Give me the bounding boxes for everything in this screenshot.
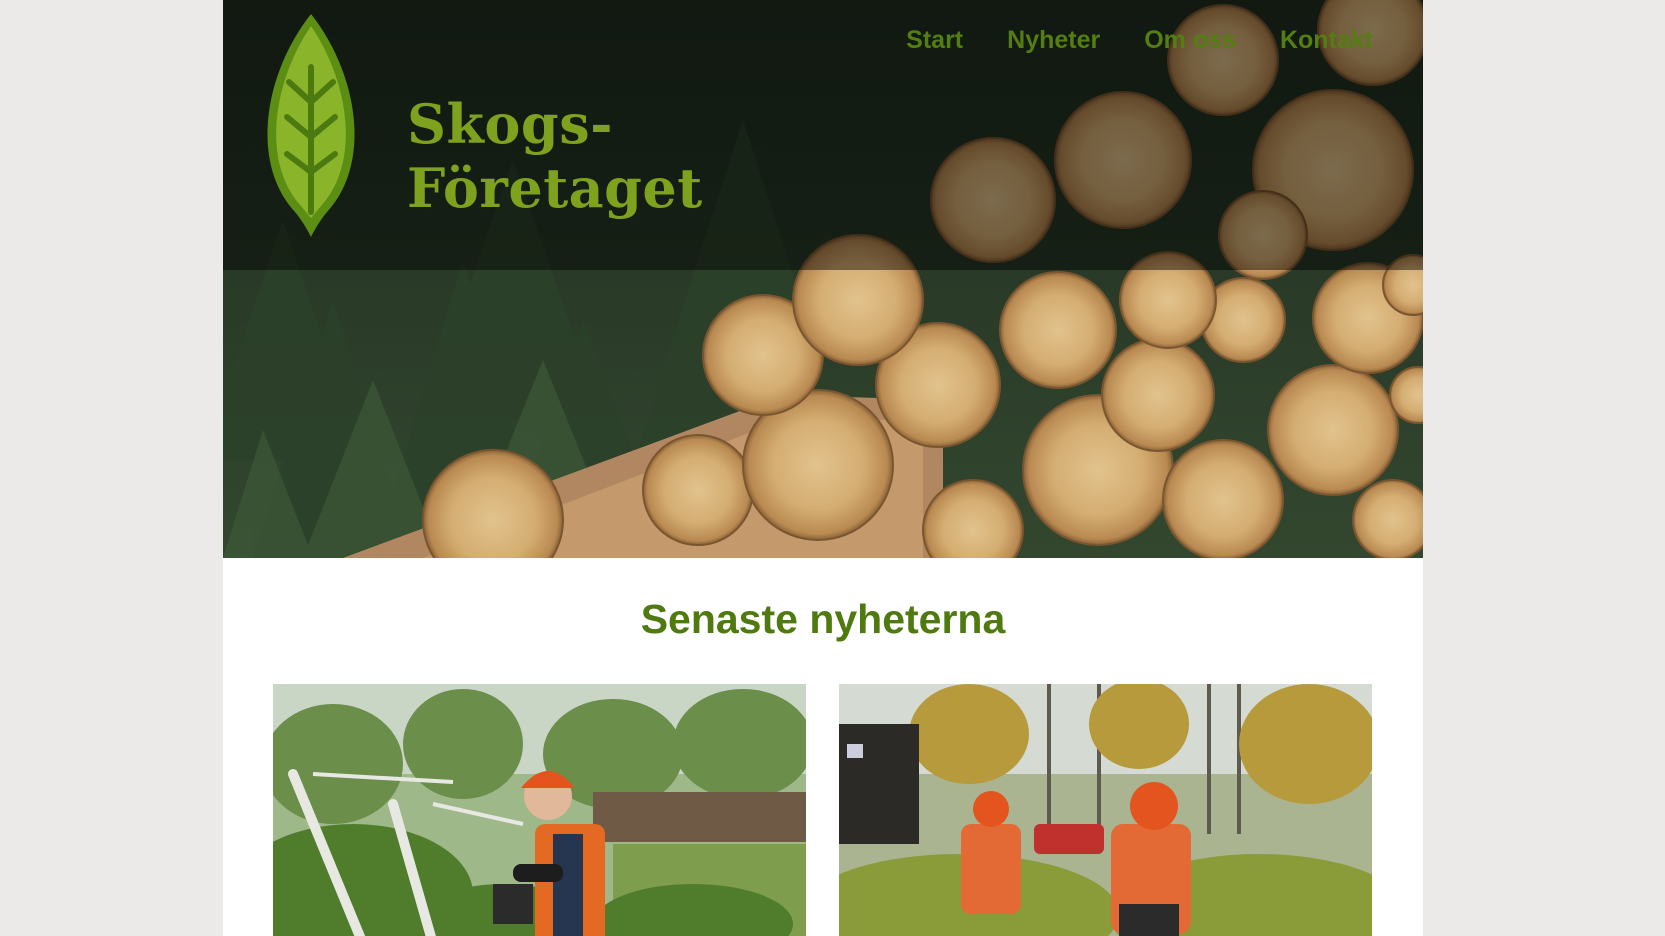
nav-nyheter[interactable]: Nyheter — [1007, 26, 1100, 55]
nav-start[interactable]: Start — [906, 26, 963, 55]
site-logo[interactable]: Skogs- Företaget — [255, 12, 702, 242]
page: Skogs- Företaget Start Nyheter Om oss Ko… — [223, 0, 1423, 936]
nav-kontakt[interactable]: Kontakt — [1280, 26, 1373, 55]
logo-line-2: Företaget — [407, 156, 703, 220]
forestry-worker-photo — [273, 684, 806, 936]
logo-text: Skogs- Företaget — [407, 92, 703, 220]
news-card-image-2[interactable] — [839, 684, 1372, 936]
news-heading: Senaste nyheterna — [640, 596, 1006, 642]
leaf-icon — [267, 14, 355, 237]
hero-banner: Skogs- Företaget Start Nyheter Om oss Ko… — [223, 0, 1423, 558]
news-card-image-1[interactable] — [273, 684, 806, 936]
nav-om-oss[interactable]: Om oss — [1144, 26, 1236, 55]
forestry-team-photo — [839, 684, 1372, 936]
logo-line-1: Skogs- — [407, 92, 614, 156]
main-nav: Start Nyheter Om oss Kontakt — [906, 26, 1373, 55]
